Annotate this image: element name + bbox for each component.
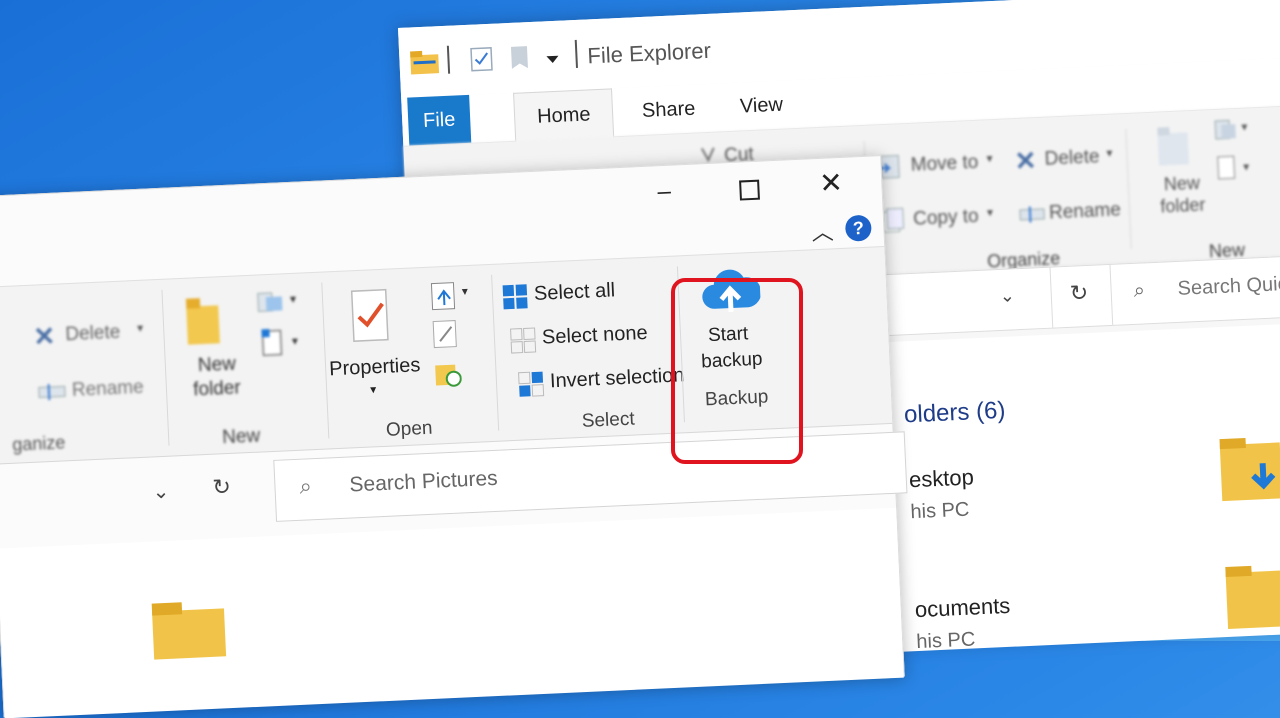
edit-icon[interactable] xyxy=(431,318,460,349)
open-dropdown-icon[interactable]: ▾ xyxy=(461,284,468,298)
easy-access-dropdown-icon[interactable]: ▾ xyxy=(1243,160,1250,174)
delete-icon: ✕ xyxy=(1013,145,1038,177)
rename-label[interactable]: Rename xyxy=(71,377,144,402)
back-address-controls: ⌄ xyxy=(879,266,1055,337)
delete-dropdown-icon[interactable]: ▾ xyxy=(1106,146,1113,160)
easy-access-dropdown-icon[interactable]: ▾ xyxy=(292,334,299,348)
history-dropdown-icon[interactable]: ⌄ xyxy=(999,285,1015,307)
new-group: New folder ▾ ▾ New xyxy=(165,273,323,456)
search-placeholder: Search Pictures xyxy=(348,466,499,497)
maximize-button[interactable] xyxy=(739,179,760,201)
move-to-dropdown-icon[interactable]: ▾ xyxy=(986,151,993,165)
select-none-icon xyxy=(510,327,537,354)
new-item-icon[interactable] xyxy=(256,288,287,315)
tab-view[interactable]: View xyxy=(717,80,806,132)
invert-selection-button[interactable]: Invert selection xyxy=(549,364,684,393)
select-group: Select all Select none Invert selection … xyxy=(495,257,685,441)
folder-icon[interactable] xyxy=(150,598,233,662)
copy-to-label[interactable]: Copy to xyxy=(913,206,979,231)
new-folder-label-1[interactable]: New xyxy=(186,352,247,379)
documents-folder-icon[interactable] xyxy=(1223,560,1280,633)
rename-label[interactable]: Rename xyxy=(1049,199,1122,224)
search-icon: ⌕ xyxy=(298,473,313,499)
new-item-dropdown-icon[interactable]: ▾ xyxy=(1241,120,1248,134)
select-group-label: Select xyxy=(581,408,636,432)
delete-icon: ✕ xyxy=(32,320,56,352)
organize-group-label: ganize xyxy=(11,432,66,455)
new-folder-icon xyxy=(1157,127,1189,166)
close-button[interactable]: ✕ xyxy=(819,166,844,200)
properties-icon xyxy=(350,288,389,342)
easy-access-icon[interactable] xyxy=(259,326,288,357)
tab-file[interactable]: File xyxy=(407,94,472,146)
easy-access-icon[interactable] xyxy=(1215,154,1240,181)
select-all-icon xyxy=(502,284,528,310)
new-group-label: New xyxy=(221,425,261,449)
invert-selection-icon xyxy=(518,371,545,397)
open-icon[interactable] xyxy=(429,280,458,311)
delete-dropdown-icon[interactable]: ▾ xyxy=(137,321,144,335)
select-all-button[interactable]: Select all xyxy=(534,279,616,306)
front-address-controls: ⌄ ↻ xyxy=(133,460,266,526)
desktop-folder-sub: his PC xyxy=(909,498,970,524)
documents-folder-name[interactable]: ocuments xyxy=(914,593,1010,623)
desktop-folder-name[interactable]: esktop xyxy=(908,464,974,493)
properties-dropdown-icon[interactable]: ▾ xyxy=(370,382,377,396)
back-content-area: olders (6) esktop his PC ocuments his PC xyxy=(882,321,1280,654)
tab-share[interactable]: Share xyxy=(619,84,718,136)
rename-icon xyxy=(1019,206,1045,223)
move-to-label[interactable]: Move to xyxy=(910,152,979,177)
delete-label[interactable]: Delete xyxy=(65,322,121,346)
properties-check-icon[interactable] xyxy=(469,46,494,73)
tab-home[interactable]: Home xyxy=(513,88,615,143)
folder-icon xyxy=(410,50,440,75)
new-item-dropdown-icon[interactable]: ▾ xyxy=(290,292,297,306)
history-icon[interactable] xyxy=(433,358,462,389)
window-title: File Explorer xyxy=(586,37,712,69)
refresh-icon: ↻ xyxy=(1069,279,1089,306)
new-folder-icon xyxy=(185,298,220,345)
refresh-icon[interactable]: ↻ xyxy=(212,474,232,501)
minimize-button[interactable]: – xyxy=(657,178,672,207)
backup-highlight-box xyxy=(671,278,803,464)
select-none-button[interactable]: Select none xyxy=(542,322,649,350)
properties-label[interactable]: Properties xyxy=(329,354,421,381)
organize-group: ✕ Delete ▾ Rename ganize xyxy=(0,280,163,464)
collapse-ribbon-icon[interactable]: ︿ xyxy=(811,214,834,247)
search-icon: ⌕ xyxy=(1133,279,1146,302)
documents-folder-sub: his PC xyxy=(915,628,976,654)
new-folder-label[interactable]: New folder xyxy=(1151,171,1213,218)
downloads-folder-icon[interactable] xyxy=(1217,432,1280,505)
delete-label[interactable]: Delete xyxy=(1044,146,1100,170)
new-item-icon[interactable] xyxy=(1213,118,1240,141)
back-search-box[interactable]: ⌕ Search Quic xyxy=(1109,252,1280,326)
help-icon[interactable]: ? xyxy=(844,214,872,242)
copy-to-dropdown-icon[interactable]: ▾ xyxy=(987,205,994,219)
new-folder-label-2[interactable]: folder xyxy=(182,376,253,403)
history-dropdown-icon[interactable]: ⌄ xyxy=(152,479,170,505)
rename-icon xyxy=(38,384,66,401)
refresh-button[interactable]: ↻ xyxy=(1049,263,1115,329)
open-group: Properties ▾ ▾ Open xyxy=(325,265,493,448)
open-group-label: Open xyxy=(385,417,433,441)
customize-dropdown-icon[interactable] xyxy=(545,55,559,66)
search-placeholder: Search Quic xyxy=(1177,272,1280,300)
folders-heading: olders (6) xyxy=(903,396,1006,429)
front-content-area xyxy=(0,507,904,718)
new-folder-qat-icon[interactable] xyxy=(509,44,530,71)
